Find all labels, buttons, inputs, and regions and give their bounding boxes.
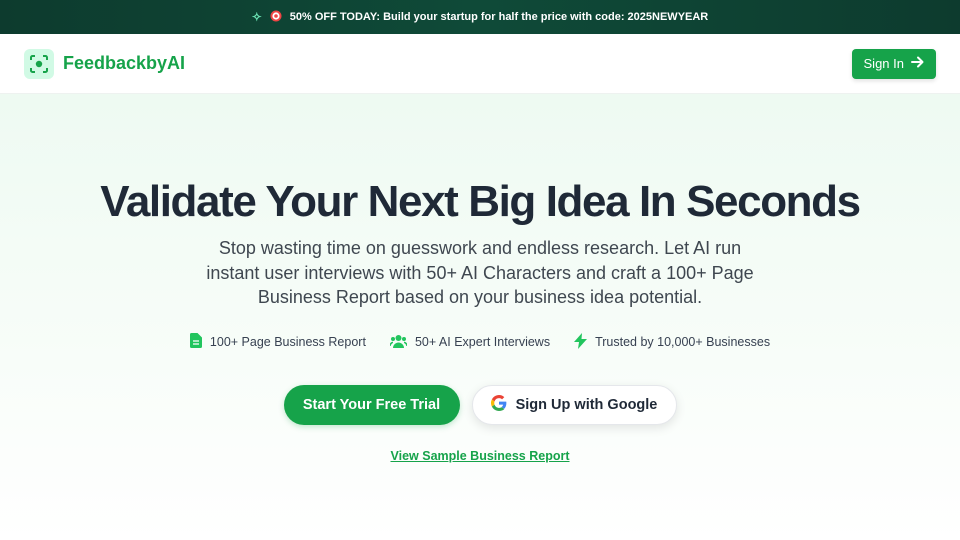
sign-in-label: Sign In <box>863 56 904 71</box>
start-free-trial-button[interactable]: Start Your Free Trial <box>283 384 460 425</box>
google-signup-label: Sign Up with Google <box>515 396 658 413</box>
feature-label: 50+ AI Expert Interviews <box>414 335 551 349</box>
feature-item-trusted: Trusted by 10,000+ Businesses <box>574 332 771 352</box>
target-icon <box>270 10 282 25</box>
hero-subtitle: Stop wasting time on guesswork and endle… <box>206 238 754 307</box>
sparkle-icon: ✧ <box>251 10 262 24</box>
cta-row: Start Your Free Trial Sign Up with Googl… <box>0 384 960 425</box>
sign-in-button[interactable]: Sign In <box>851 48 936 79</box>
feature-item-report: 100+ Page Business Report <box>189 333 366 352</box>
brand-logo-link[interactable]: FeedbackbyAI <box>24 48 186 79</box>
feature-label: Trusted by 10,000+ Businesses <box>595 335 771 349</box>
feature-list: 100+ Page Business Report 50+ AI Expert … <box>0 332 960 352</box>
google-icon <box>490 394 507 415</box>
users-icon <box>389 334 408 351</box>
site-header: FeedbackbyAI Sign In <box>0 34 960 94</box>
google-signup-button[interactable]: Sign Up with Google <box>471 384 677 425</box>
feature-label: 100+ Page Business Report <box>209 335 366 349</box>
brand-name: FeedbackbyAI <box>63 53 186 73</box>
arrow-right-icon <box>911 56 924 71</box>
hero-title: Validate Your Next Big Idea In Seconds <box>100 177 861 226</box>
feature-item-interviews: 50+ AI Expert Interviews <box>389 333 551 352</box>
hero-section: Validate Your Next Big Idea In Seconds S… <box>0 94 960 540</box>
view-sample-report-link[interactable]: View Sample Business Report <box>391 449 570 463</box>
document-icon <box>189 333 202 351</box>
lightning-icon <box>574 332 588 352</box>
promo-banner: ✧ 50% OFF TODAY: Build your startup for … <box>0 0 960 34</box>
promo-text: 50% OFF TODAY: Build your startup for ha… <box>289 11 709 23</box>
scan-focus-icon <box>24 48 54 79</box>
